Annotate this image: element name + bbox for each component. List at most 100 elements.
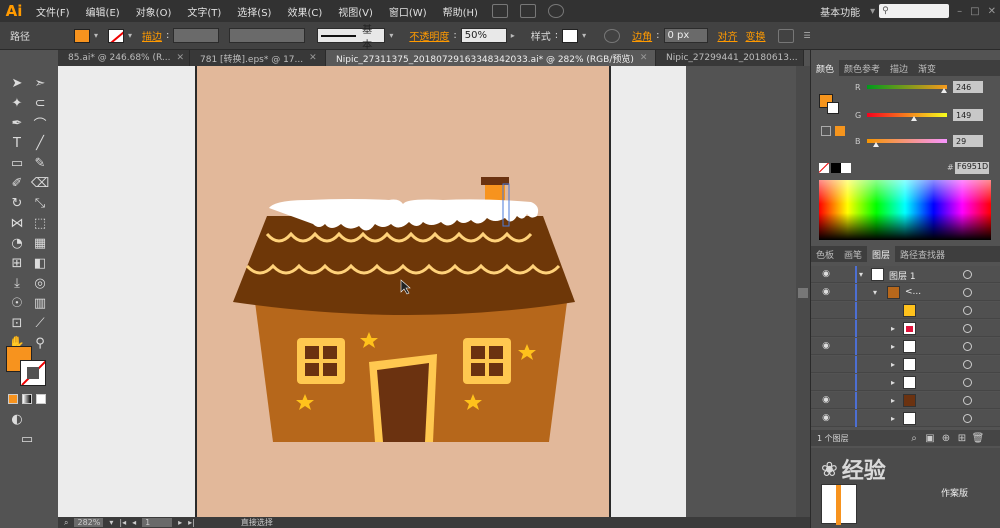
layer-name[interactable]: 图层 1 — [889, 269, 916, 282]
variable-width-profile[interactable] — [229, 28, 306, 43]
fill-swatch[interactable] — [74, 28, 90, 43]
symbol-sprayer-icon[interactable]: ☉ — [8, 294, 26, 312]
channel-g-value[interactable]: 149 — [953, 109, 983, 121]
corner-radius-field[interactable]: 0 px — [663, 28, 708, 43]
target-icon[interactable] — [963, 342, 972, 351]
gradient-mode-icon[interactable] — [22, 394, 32, 404]
paintbrush-icon[interactable]: ✎ — [31, 154, 49, 172]
magic-wand-icon[interactable]: ✦ — [8, 94, 26, 112]
free-transform-icon[interactable]: ⬚ — [31, 214, 49, 232]
tab-color-guide[interactable]: 颜色参考 — [839, 60, 885, 76]
locate-object-icon[interactable]: ⌕ — [907, 431, 921, 445]
layer-row[interactable]: ▸ — [811, 374, 1000, 391]
tab-stroke[interactable]: 描边 — [885, 60, 913, 76]
tab-brushes[interactable]: 画笔 — [839, 246, 867, 262]
maximize-icon[interactable]: □ — [966, 6, 983, 17]
chevron-right-icon[interactable]: ▸ — [891, 360, 895, 369]
align-link[interactable]: 对齐 — [718, 28, 738, 43]
zoom-tool-icon[interactable]: ⚲ — [31, 334, 49, 352]
none-mode-icon[interactable] — [36, 394, 46, 404]
group-name[interactable]: <... — [905, 287, 921, 297]
channel-b-value[interactable]: 29 — [953, 135, 983, 147]
menu-window[interactable]: 窗口(W) — [381, 4, 435, 19]
chevron-down-icon[interactable]: ▾ — [94, 31, 104, 40]
chevron-down-icon[interactable]: ▾ — [109, 518, 113, 527]
stroke-swatch[interactable] — [108, 28, 124, 43]
tab-document-4[interactable]: Nipic_27299441_20180613... — [656, 50, 804, 66]
chevron-right-icon[interactable]: ▸ — [891, 396, 895, 405]
search-input[interactable]: ⚲ — [879, 4, 950, 18]
menu-type[interactable]: 文字(T) — [179, 4, 229, 19]
menu-edit[interactable]: 编辑(E) — [78, 4, 128, 19]
chevron-down-icon[interactable]: ▾ — [866, 6, 879, 17]
menu-object[interactable]: 对象(O) — [128, 4, 180, 19]
shape-builder-icon[interactable]: ◔ — [8, 234, 26, 252]
gamut-warning-icon[interactable] — [821, 126, 831, 136]
target-icon[interactable] — [963, 378, 972, 387]
lasso-icon[interactable]: ⊂ — [31, 94, 49, 112]
tab-pathfinder[interactable]: 路径查找器 — [895, 246, 950, 262]
clipping-mask-icon[interactable]: ▣ — [923, 431, 937, 445]
pen-tool-icon[interactable]: ✒ — [8, 114, 26, 132]
layer-row[interactable]: ◉ ▾ <... — [811, 284, 1000, 301]
layer-row[interactable]: ◉ ▸ — [811, 410, 1000, 427]
chevron-down-icon[interactable]: ▾ — [859, 270, 863, 279]
slice-tool-icon[interactable]: ⟋ — [31, 314, 49, 332]
brush-definition[interactable]: 基本 — [317, 25, 386, 51]
new-layer-icon[interactable]: ⊞ — [955, 431, 969, 445]
layer-row[interactable]: ▸ — [811, 320, 1000, 337]
target-icon[interactable] — [963, 270, 972, 279]
chevron-down-icon[interactable]: ▾ — [582, 31, 592, 40]
tab-swatches[interactable]: 色板 — [811, 246, 839, 262]
close-icon[interactable]: ✕ — [309, 53, 317, 63]
opacity-field[interactable]: 50% — [460, 28, 507, 43]
artboard-number-field[interactable]: 1 — [142, 518, 173, 527]
eraser-icon[interactable]: ⌫ — [31, 174, 49, 192]
channel-g-slider[interactable] — [867, 113, 947, 121]
slider-thumb[interactable] — [910, 116, 917, 121]
target-icon[interactable] — [963, 306, 972, 315]
tab-color[interactable]: 颜色 — [811, 60, 840, 76]
menu-view[interactable]: 视图(V) — [330, 4, 381, 19]
web-safe-color-swatch[interactable] — [835, 126, 845, 136]
channel-r-value[interactable]: 246 — [953, 81, 983, 93]
none-color-swatch[interactable] — [819, 163, 829, 173]
layer-row[interactable] — [811, 302, 1000, 319]
target-icon[interactable] — [963, 414, 972, 423]
channel-b-slider[interactable] — [867, 139, 947, 147]
prev-artboard-icon[interactable]: ◂ — [132, 518, 136, 527]
target-icon[interactable] — [963, 396, 972, 405]
chevron-down-icon[interactable]: ▾ — [128, 31, 138, 40]
tab-document-active[interactable]: Nipic_27311375_20180729163348342033.ai* … — [326, 50, 656, 66]
graphic-style-swatch[interactable] — [562, 28, 579, 43]
blend-tool-icon[interactable]: ◎ — [31, 274, 49, 292]
menu-effect[interactable]: 效果(C) — [279, 4, 330, 19]
direct-selection-tool-icon[interactable]: ➣ — [31, 74, 49, 92]
chevron-right-icon[interactable]: ▸ — [891, 342, 895, 351]
minimize-icon[interactable]: – — [953, 6, 966, 17]
stroke-weight-field[interactable] — [173, 28, 220, 43]
transform-link[interactable]: 变换 — [746, 28, 766, 43]
width-tool-icon[interactable]: ⋈ — [8, 214, 26, 232]
layer-row[interactable]: ◉ ▸ — [811, 392, 1000, 409]
chevron-right-icon[interactable]: ▸ — [891, 414, 895, 423]
chevron-right-icon[interactable]: ▸ — [891, 324, 895, 333]
panel-stroke-swatch[interactable] — [827, 102, 839, 114]
house-illustration[interactable] — [197, 66, 613, 517]
tab-gradient[interactable]: 渐变 — [913, 60, 941, 76]
new-sublayer-icon[interactable]: ⊕ — [939, 431, 953, 445]
arrange-documents-icon[interactable] — [519, 4, 536, 18]
next-artboard-icon[interactable]: ▸ — [178, 518, 182, 527]
eye-icon[interactable]: ◉ — [819, 341, 833, 351]
line-tool-icon[interactable]: ╱ — [31, 134, 49, 152]
screen-mode-icon[interactable]: ▭ — [18, 430, 36, 448]
layer-row[interactable]: ◉ ▾ 图层 1 — [811, 266, 1000, 283]
close-icon[interactable]: ✕ — [640, 53, 648, 63]
scroll-thumb[interactable] — [798, 288, 808, 298]
gpu-performance-icon[interactable] — [547, 4, 564, 18]
stroke-color-swatch[interactable] — [20, 360, 46, 386]
eye-icon[interactable]: ◉ — [819, 413, 833, 423]
eye-icon[interactable]: ◉ — [819, 287, 833, 297]
zoom-field[interactable]: 282% — [74, 518, 104, 527]
artboard-tool-icon[interactable]: ⊡ — [8, 314, 26, 332]
